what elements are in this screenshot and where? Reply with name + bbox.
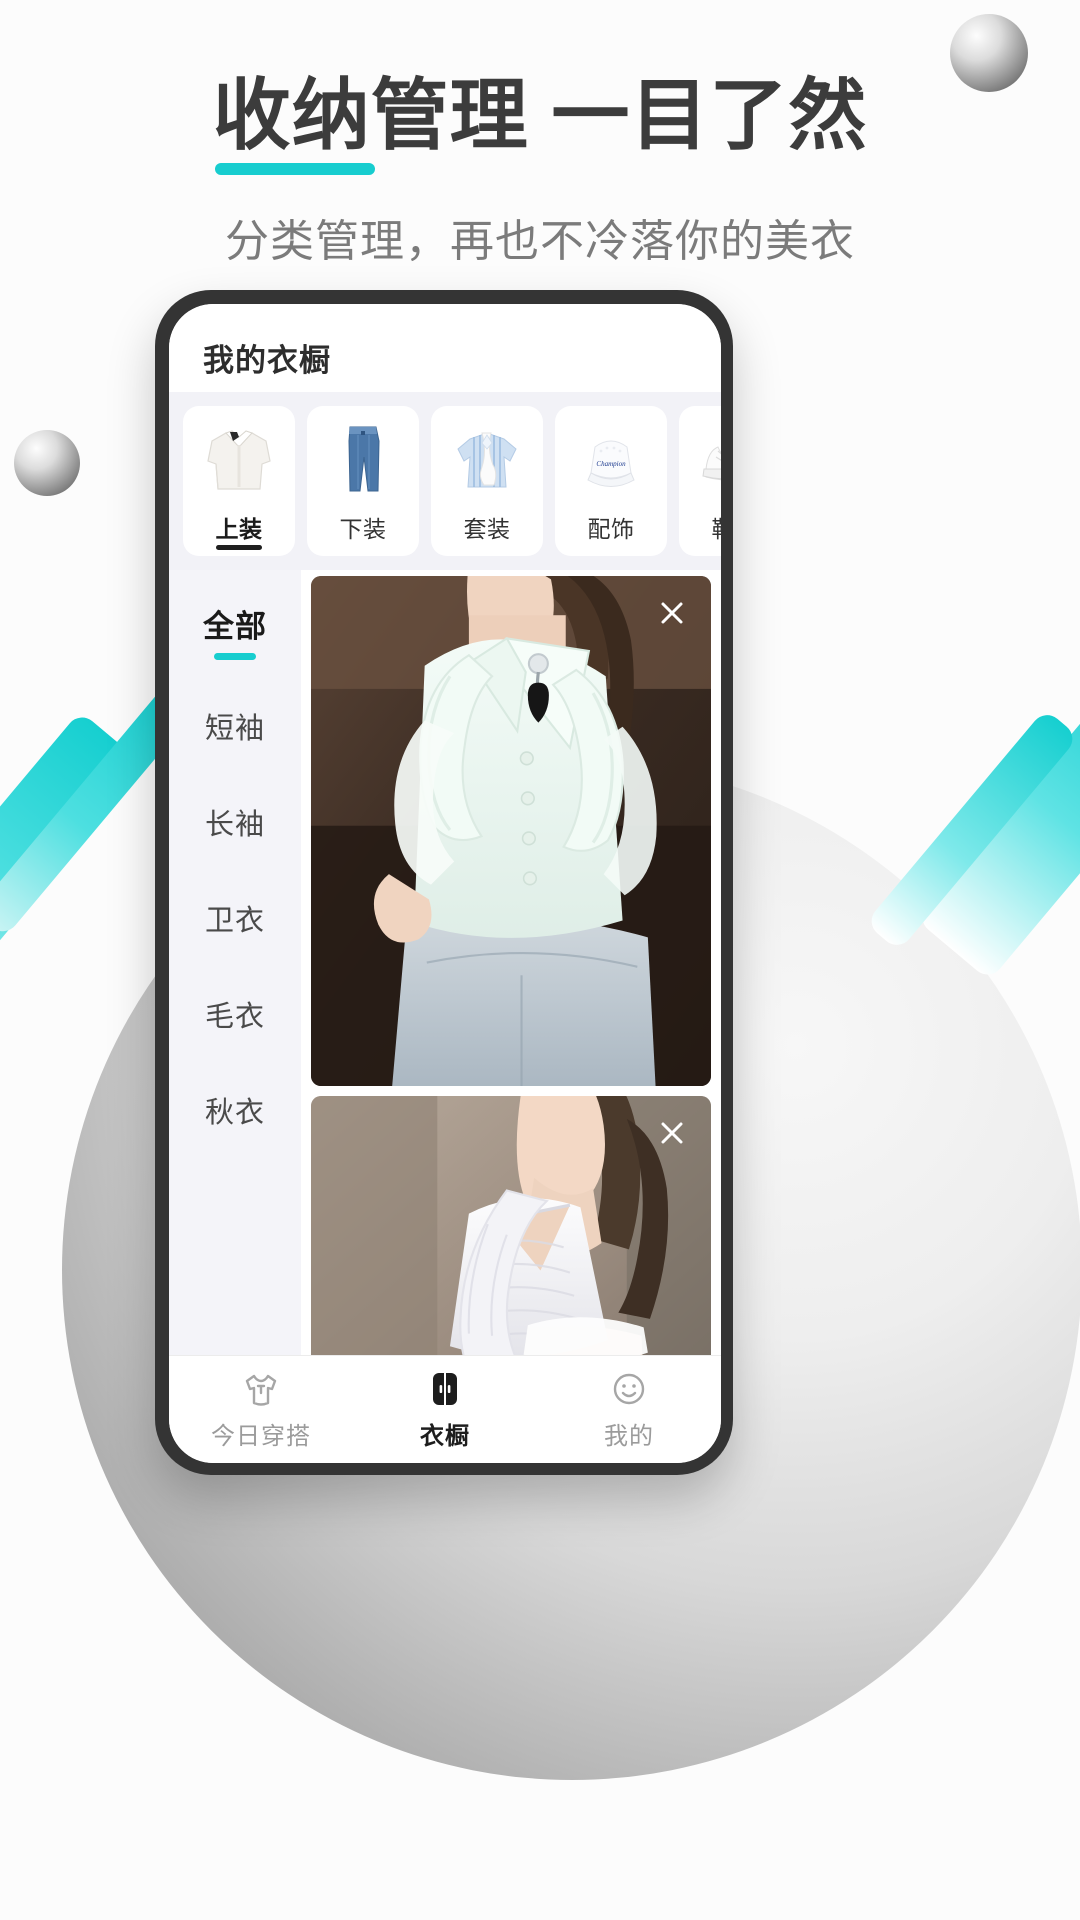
wardrobe-item-card[interactable] [311, 1096, 711, 1355]
remove-item-button[interactable] [651, 592, 693, 634]
phone-screen: 我的衣橱 上装 下装 套装 Champion 配饰 全部 短袖 长袖 卫衣 毛衣… [169, 304, 721, 1463]
sidebar-item-label: 秋衣 [204, 1097, 265, 1129]
tab-profile[interactable]: 我的 [537, 1356, 721, 1463]
promo-headline: 收纳管理 一目了然 [212, 71, 868, 176]
category-card-tops[interactable]: 上装 [183, 406, 295, 556]
sidebar-item-hoodie[interactable]: 卫衣 [169, 870, 301, 966]
white-shirt-icon [193, 414, 285, 506]
category-label: 鞋子 [712, 510, 722, 544]
striped-shirt-set-icon [441, 414, 533, 506]
category-label: 套装 [463, 516, 511, 542]
sidebar-item-label: 长袖 [204, 809, 265, 841]
bottom-tab-bar[interactable]: 今日穿搭 衣橱 我的 [169, 1355, 721, 1463]
category-active-underline [216, 545, 262, 550]
sidebar-item-sweater[interactable]: 毛衣 [169, 966, 301, 1062]
wardrobe-item-grid [301, 570, 721, 1355]
headline-underline-accent [214, 163, 375, 176]
sidebar-item-label: 全部 [203, 608, 267, 644]
promo-headline-text: 收纳管理 一目了然 [212, 71, 868, 159]
category-card-shoes[interactable]: 鞋子 [679, 406, 721, 556]
tab-label: 今日穿搭 [211, 1422, 311, 1450]
sidebar-item-long-sleeve[interactable]: 长袖 [169, 774, 301, 870]
app-header: 我的衣橱 [169, 304, 721, 392]
category-card-sets[interactable]: 套装 [431, 406, 543, 556]
wardrobe-item-card[interactable] [311, 576, 711, 1086]
white-sneakers-icon [689, 414, 721, 506]
page-title: 我的衣橱 [203, 342, 331, 378]
svg-text:Champion: Champion [596, 460, 626, 468]
promo-subheadline: 分类管理，再也不冷落你的美衣 [225, 217, 855, 266]
promo-headline-wrap: 收纳管理 一目了然 [0, 71, 1080, 176]
tab-label: 衣橱 [420, 1422, 470, 1450]
bucket-hat-icon: Champion [565, 414, 657, 506]
sidebar-item-label: 卫衣 [204, 905, 265, 937]
category-label: 上装 [215, 516, 263, 542]
tab-wardrobe[interactable]: 衣橱 [353, 1356, 537, 1463]
sidebar-item-thermal[interactable]: 秋衣 [169, 1062, 301, 1158]
sidebar-item-short-sleeve[interactable]: 短袖 [169, 678, 301, 774]
close-icon [661, 602, 683, 624]
promo-screenshot: 收纳管理 一目了然 分类管理，再也不冷落你的美衣 我的衣橱 上装 下装 套装 C… [0, 0, 1080, 1920]
sidebar-item-label: 毛衣 [204, 1001, 265, 1033]
subcategory-sidebar[interactable]: 全部 短袖 长袖 卫衣 毛衣 秋衣 [169, 570, 301, 1355]
tshirt-icon [245, 1374, 277, 1406]
close-icon [661, 1122, 683, 1144]
sidebar-active-underline [214, 652, 256, 660]
remove-item-button[interactable] [651, 1112, 693, 1154]
sidebar-item-all[interactable]: 全部 [169, 582, 301, 678]
category-label: 下装 [339, 516, 387, 542]
category-card-accessories[interactable]: Champion 配饰 [555, 406, 667, 556]
category-card-bottoms[interactable]: 下装 [307, 406, 419, 556]
phone-mockup-frame: 我的衣橱 上装 下装 套装 Champion 配饰 全部 短袖 长袖 卫衣 毛衣… [155, 290, 733, 1475]
tab-today-outfit[interactable]: 今日穿搭 [169, 1356, 353, 1463]
tab-label: 我的 [604, 1422, 654, 1450]
smiley-face-icon [613, 1373, 645, 1404]
category-strip[interactable]: 上装 下装 套装 Champion 配饰 [169, 392, 721, 570]
background-sphere-left [14, 430, 80, 496]
sidebar-item-label: 短袖 [204, 713, 265, 745]
category-label: 配饰 [587, 516, 635, 542]
blue-jeans-icon [317, 414, 409, 506]
item-photo [311, 576, 711, 1086]
wardrobe-body: 全部 短袖 长袖 卫衣 毛衣 秋衣 [169, 570, 721, 1355]
wardrobe-icon [433, 1372, 457, 1405]
